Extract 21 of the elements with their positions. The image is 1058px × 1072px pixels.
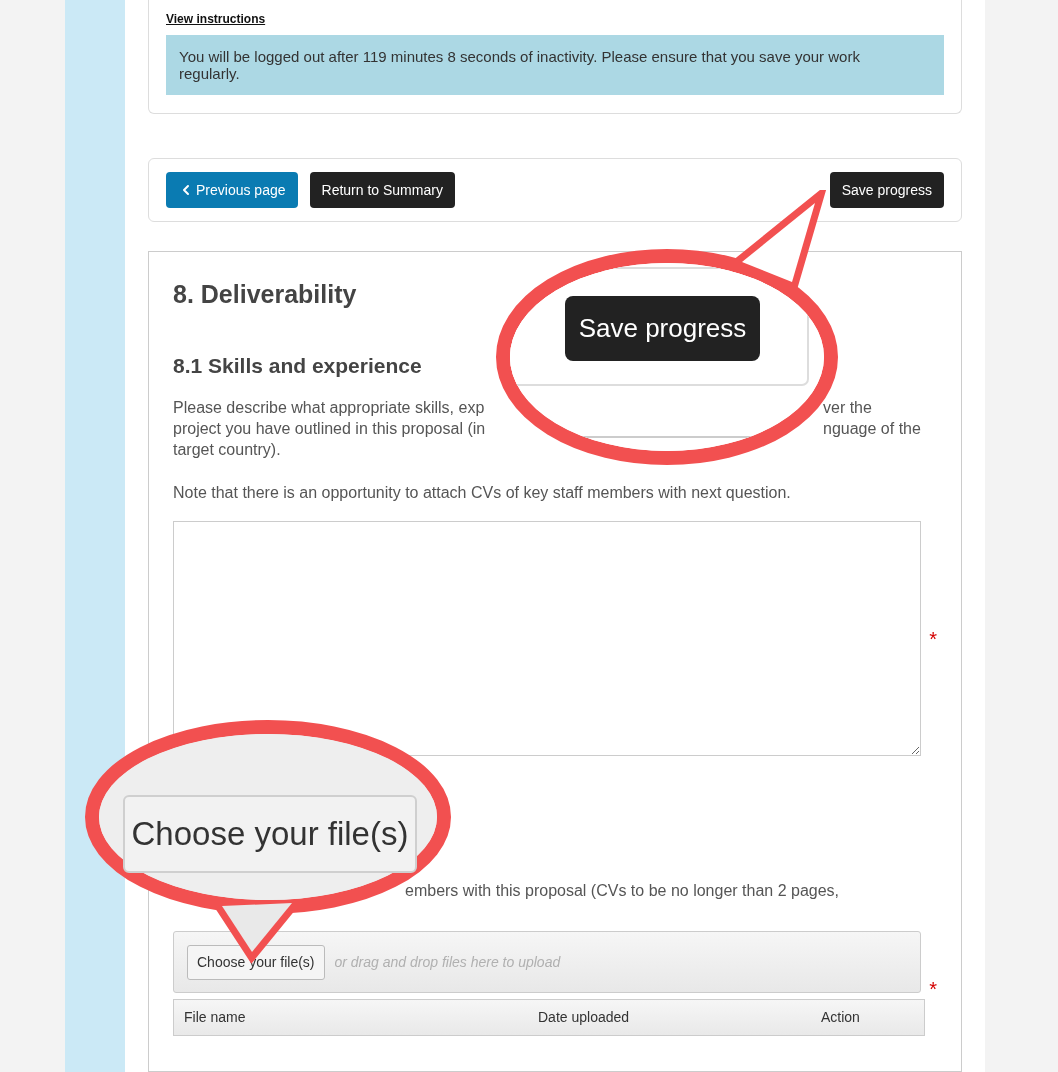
column-header: File name [184,1008,247,1027]
column-header: Date uploaded [538,1008,631,1027]
description-text: project you have outlined in this proposal (in [173,419,486,439]
note-text: Note that there is an opportunity to attach CVs of key staff members with next question. [173,483,792,503]
description-text: ver the [823,398,872,418]
inactivity-notice: You will be logged out after 119 minutes 8 seconds of inactivity. Please ensure that you save your work regularly. [166,35,944,95]
required-asterisk: * [929,628,937,649]
view-instructions-link[interactable]: View instructions [166,12,266,26]
nav-button[interactable]: Save progress [829,172,944,208]
nav-button[interactable]: Return to Summary [309,172,455,208]
answer-field[interactable] [173,521,922,756]
description-text: nguage of the [823,419,921,439]
column-header: Action [821,1008,861,1027]
previous-page-button[interactable]: Previous page [166,172,298,208]
required-asterisk: * [929,979,937,999]
section-title: 8. Deliverability [173,279,358,310]
upload-instructions: embers with this proposal (CVs to be no longer than 2 pages, [405,881,841,901]
description-text: Please describe what appropriate skills, exp [173,398,485,418]
subsection-title: 8.1 Skills and experience [173,352,423,379]
description-text: target country). [173,440,281,460]
dropzone-hint: or drag and drop files here to upload [334,952,561,972]
